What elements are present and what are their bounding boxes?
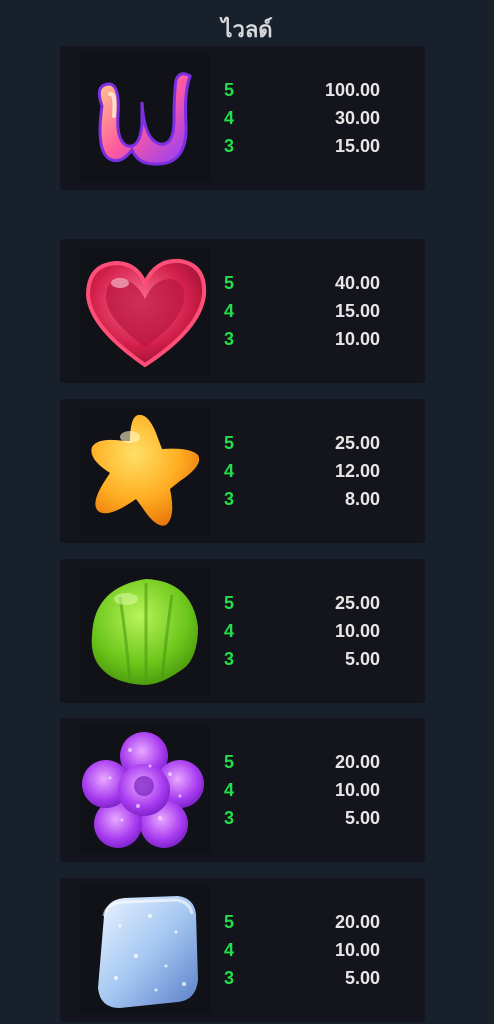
payout-row: 4 30.00 bbox=[224, 104, 424, 132]
payout-row: 5 20.00 bbox=[224, 748, 424, 776]
paytable-card-heart: 5 40.00 4 15.00 3 10.00 bbox=[60, 239, 425, 383]
payout-value: 40.00 bbox=[334, 273, 380, 293]
paytable-card-blue-cube: 5 20.00 4 10.00 3 5.00 bbox=[60, 878, 425, 1022]
payout-row: 3 10.00 bbox=[224, 325, 424, 353]
paytable-card-wild: 5 100.00 4 30.00 3 15.00 bbox=[60, 46, 425, 190]
payout-row: 3 15.00 bbox=[224, 132, 424, 160]
payout-row: 5 25.00 bbox=[224, 589, 424, 617]
payout-row: 3 8.00 bbox=[224, 485, 424, 513]
symbol-count: 5 bbox=[224, 912, 235, 932]
star-candy-icon bbox=[80, 407, 210, 535]
symbol-count: 4 bbox=[224, 301, 235, 321]
paytable-page: ไวลด์ 5 100.00 4 30.00 3 15.00 5 40.00 4… bbox=[0, 0, 494, 1024]
symbol-count: 4 bbox=[224, 108, 235, 128]
payout-row: 5 25.00 bbox=[224, 429, 424, 457]
symbol-count: 4 bbox=[224, 780, 235, 800]
payout-value: 10.00 bbox=[334, 940, 380, 960]
payout-row: 3 5.00 bbox=[224, 964, 424, 992]
payout-value: 10.00 bbox=[334, 329, 380, 349]
symbol-count: 5 bbox=[224, 593, 235, 613]
payout-value: 12.00 bbox=[334, 461, 380, 481]
payout-value: 10.00 bbox=[334, 621, 380, 641]
payout-row: 4 10.00 bbox=[224, 617, 424, 645]
symbol-count: 4 bbox=[224, 940, 235, 960]
symbol-count: 5 bbox=[224, 80, 235, 100]
purple-flower-candy-icon bbox=[80, 726, 210, 854]
symbol-count: 3 bbox=[224, 649, 235, 669]
payout-value: 5.00 bbox=[344, 808, 380, 828]
paytable-card-star: 5 25.00 4 12.00 3 8.00 bbox=[60, 399, 425, 543]
symbol-count: 5 bbox=[224, 433, 235, 453]
payout-row: 4 12.00 bbox=[224, 457, 424, 485]
symbol-count: 3 bbox=[224, 968, 235, 988]
payout-value: 20.00 bbox=[334, 912, 380, 932]
symbol-count: 4 bbox=[224, 461, 235, 481]
payout-value: 5.00 bbox=[344, 968, 380, 988]
payout-row: 3 5.00 bbox=[224, 804, 424, 832]
symbol-count: 5 bbox=[224, 273, 235, 293]
payout-value: 100.00 bbox=[324, 80, 380, 100]
green-gumdrop-icon bbox=[80, 567, 210, 695]
payout-value: 15.00 bbox=[334, 301, 380, 321]
payout-row: 5 40.00 bbox=[224, 269, 424, 297]
payout-value: 15.00 bbox=[334, 136, 380, 156]
payout-row: 4 15.00 bbox=[224, 297, 424, 325]
symbol-count: 3 bbox=[224, 136, 235, 156]
wild-candy-icon bbox=[80, 54, 210, 182]
payout-value: 30.00 bbox=[334, 108, 380, 128]
payout-value: 25.00 bbox=[334, 593, 380, 613]
heart-candy-icon bbox=[80, 247, 210, 375]
symbol-count: 3 bbox=[224, 329, 235, 349]
symbol-count: 4 bbox=[224, 621, 235, 641]
payout-value: 10.00 bbox=[334, 780, 380, 800]
payout-row: 4 10.00 bbox=[224, 776, 424, 804]
paytable-card-green-gumdrop: 5 25.00 4 10.00 3 5.00 bbox=[60, 559, 425, 703]
payout-value: 8.00 bbox=[344, 489, 380, 509]
payout-row: 3 5.00 bbox=[224, 645, 424, 673]
payout-value: 25.00 bbox=[334, 433, 380, 453]
payout-row: 5 100.00 bbox=[224, 76, 424, 104]
paytable-card-purple-flower: 5 20.00 4 10.00 3 5.00 bbox=[60, 718, 425, 862]
symbol-count: 5 bbox=[224, 752, 235, 772]
page-title: ไวลด์ bbox=[221, 18, 273, 43]
payout-value: 20.00 bbox=[334, 752, 380, 772]
payout-row: 5 20.00 bbox=[224, 908, 424, 936]
blue-sugar-cube-icon bbox=[80, 886, 210, 1014]
payout-row: 4 10.00 bbox=[224, 936, 424, 964]
symbol-count: 3 bbox=[224, 808, 235, 828]
symbol-count: 3 bbox=[224, 489, 235, 509]
payout-value: 5.00 bbox=[344, 649, 380, 669]
